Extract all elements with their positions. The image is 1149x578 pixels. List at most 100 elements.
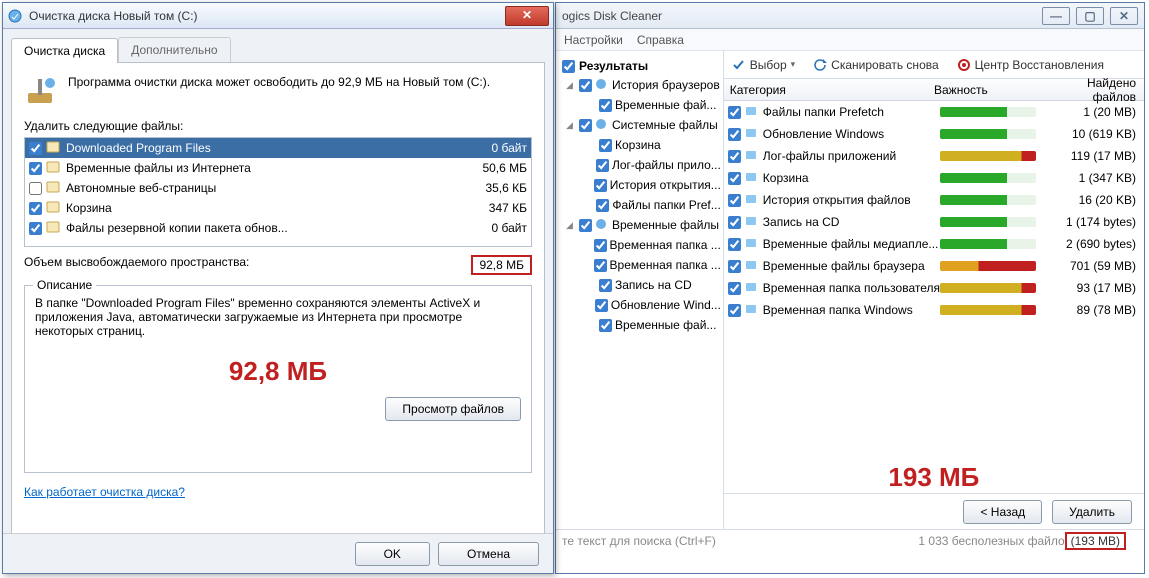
result-checkbox[interactable] (728, 282, 741, 295)
tree-item[interactable]: Временная папка ... (558, 255, 721, 275)
how-it-works-link[interactable]: Как работает очистка диска? (24, 485, 185, 499)
result-checkbox[interactable] (728, 238, 741, 251)
category-icon (745, 281, 759, 295)
tree-checkbox[interactable] (596, 159, 609, 172)
result-row[interactable]: Временные файлы медиапле...2 (690 bytes) (724, 233, 1144, 255)
total-label: Объем высвобождаемого пространства: (24, 255, 471, 275)
result-checkbox[interactable] (728, 260, 741, 273)
tree-label: История браузеров (612, 78, 720, 92)
toolbar-select[interactable]: Выбор ▾ (732, 58, 795, 72)
back-button[interactable]: < Назад (963, 500, 1042, 524)
category-icon (745, 237, 759, 251)
tree-label: Временная папка ... (610, 258, 721, 272)
toolbar-rescue[interactable]: Центр Восстановления (957, 58, 1104, 72)
tree-item[interactable]: История открытия... (558, 175, 721, 195)
delete-button[interactable]: Удалить (1052, 500, 1132, 524)
tree-item[interactable]: Временная папка ... (558, 235, 721, 255)
bottom-actions: < Назад Удалить (724, 493, 1144, 529)
file-row[interactable]: Автономные веб-страницы35,6 КБ (25, 178, 531, 198)
annotation-big-value: 193 МБ (724, 462, 1144, 493)
tree-checkbox[interactable] (599, 319, 612, 332)
category-icon (745, 105, 759, 119)
file-size: 0 байт (457, 141, 527, 155)
file-checkbox[interactable] (29, 202, 42, 215)
result-row[interactable]: Корзина1 (347 KB) (724, 167, 1144, 189)
result-row[interactable]: Временная папка пользователя93 (17 MB) (724, 277, 1144, 299)
result-checkbox[interactable] (728, 194, 741, 207)
file-checkbox[interactable] (29, 182, 42, 195)
col-importance[interactable]: Важность (934, 83, 1044, 97)
file-row[interactable]: Файлы резервной копии пакета обнов...0 б… (25, 218, 531, 238)
result-row[interactable]: Временные файлы браузера701 (59 MB) (724, 255, 1144, 277)
menu-bar: Настройки Справка (556, 29, 1144, 51)
tree-item[interactable]: Обновление Wind... (558, 295, 721, 315)
tree-checkbox[interactable] (594, 259, 607, 272)
tree-checkbox[interactable] (579, 79, 592, 92)
tree-checkbox[interactable] (596, 199, 609, 212)
result-row[interactable]: Лог-файлы приложений119 (17 MB) (724, 145, 1144, 167)
title-bar: Очистка диска Новый том (C:) ✕ (3, 3, 553, 29)
result-row[interactable]: Временная папка Windows89 (78 MB) (724, 299, 1144, 321)
file-row[interactable]: Downloaded Program Files0 байт (25, 138, 531, 158)
result-row[interactable]: Файлы папки Prefetch1 (20 MB) (724, 101, 1144, 123)
checkmark-icon (732, 58, 746, 72)
file-checkbox[interactable] (29, 222, 42, 235)
tree-item[interactable]: Корзина (558, 135, 721, 155)
result-checkbox[interactable] (728, 128, 741, 141)
expand-arrow-icon[interactable]: ◢ (566, 220, 576, 231)
tree-checkbox[interactable] (595, 299, 608, 312)
expand-arrow-icon[interactable]: ◢ (566, 120, 576, 131)
menu-help[interactable]: Справка (637, 33, 684, 47)
maximize-button[interactable]: ▢ (1076, 7, 1104, 25)
close-button[interactable]: ✕ (1110, 7, 1138, 25)
tree-checkbox[interactable] (594, 179, 607, 192)
col-category[interactable]: Категория (724, 83, 934, 97)
file-row[interactable]: Временные файлы из Интернета50,6 МБ (25, 158, 531, 178)
expand-arrow-icon[interactable]: ◢ (566, 80, 576, 91)
file-icon (46, 200, 62, 216)
tree-checkbox[interactable] (599, 279, 612, 292)
tree-checkbox[interactable] (599, 139, 612, 152)
result-checkbox[interactable] (728, 304, 741, 317)
search-placeholder[interactable]: те текст для поиска (Ctrl+F) (562, 534, 716, 548)
tab-more[interactable]: Дополнительно (118, 37, 230, 62)
menu-settings[interactable]: Настройки (564, 33, 623, 47)
tab-cleanup[interactable]: Очистка диска (11, 38, 118, 63)
result-name: История открытия файлов (763, 193, 940, 207)
description-box: Описание В папке "Downloaded Program Fil… (24, 285, 532, 473)
result-checkbox[interactable] (728, 216, 741, 229)
result-checkbox[interactable] (728, 150, 741, 163)
cancel-button[interactable]: Отмена (438, 542, 539, 566)
minimize-button[interactable]: — (1042, 7, 1070, 25)
result-checkbox[interactable] (728, 106, 741, 119)
tree-item[interactable]: Лог-файлы прило... (558, 155, 721, 175)
tree-item[interactable]: Временные фай... (558, 315, 721, 335)
result-row[interactable]: История открытия файлов16 (20 KB) (724, 189, 1144, 211)
tree-item[interactable]: Запись на CD (558, 275, 721, 295)
ok-button[interactable]: OK (355, 542, 430, 566)
col-found[interactable]: Найдено файлов (1044, 76, 1144, 104)
tree-checkbox[interactable] (594, 239, 607, 252)
result-header: Категория Важность Найдено файлов (724, 79, 1144, 101)
importance-bar (940, 195, 1036, 205)
tree-checkbox[interactable] (599, 99, 612, 112)
result-row[interactable]: Запись на CD1 (174 bytes) (724, 211, 1144, 233)
tree-item[interactable]: ◢ История браузеров (558, 75, 721, 95)
close-button[interactable]: ✕ (505, 6, 549, 26)
result-row[interactable]: Обновление Windows10 (619 KB) (724, 123, 1144, 145)
result-checkbox[interactable] (728, 172, 741, 185)
toolbar-rescan[interactable]: Сканировать снова (813, 58, 938, 72)
file-checkbox[interactable] (29, 162, 42, 175)
file-list[interactable]: Downloaded Program Files0 байтВременные … (24, 137, 532, 247)
tree-root-checkbox[interactable] (562, 60, 575, 73)
tree-item[interactable]: Файлы папки Pref... (558, 195, 721, 215)
tree-checkbox[interactable] (579, 119, 592, 132)
file-row[interactable]: Корзина347 КБ (25, 198, 531, 218)
view-files-button[interactable]: Просмотр файлов (385, 397, 521, 421)
tree-item[interactable]: ◢Системные файлы (558, 115, 721, 135)
tree-checkbox[interactable] (579, 219, 592, 232)
tree-item[interactable]: ◢Временные файлы (558, 215, 721, 235)
tree-item[interactable]: Временные фай... (558, 95, 721, 115)
disk-cleaner-window: ogics Disk Cleaner — ▢ ✕ Настройки Справ… (555, 2, 1145, 574)
file-checkbox[interactable] (29, 142, 42, 155)
